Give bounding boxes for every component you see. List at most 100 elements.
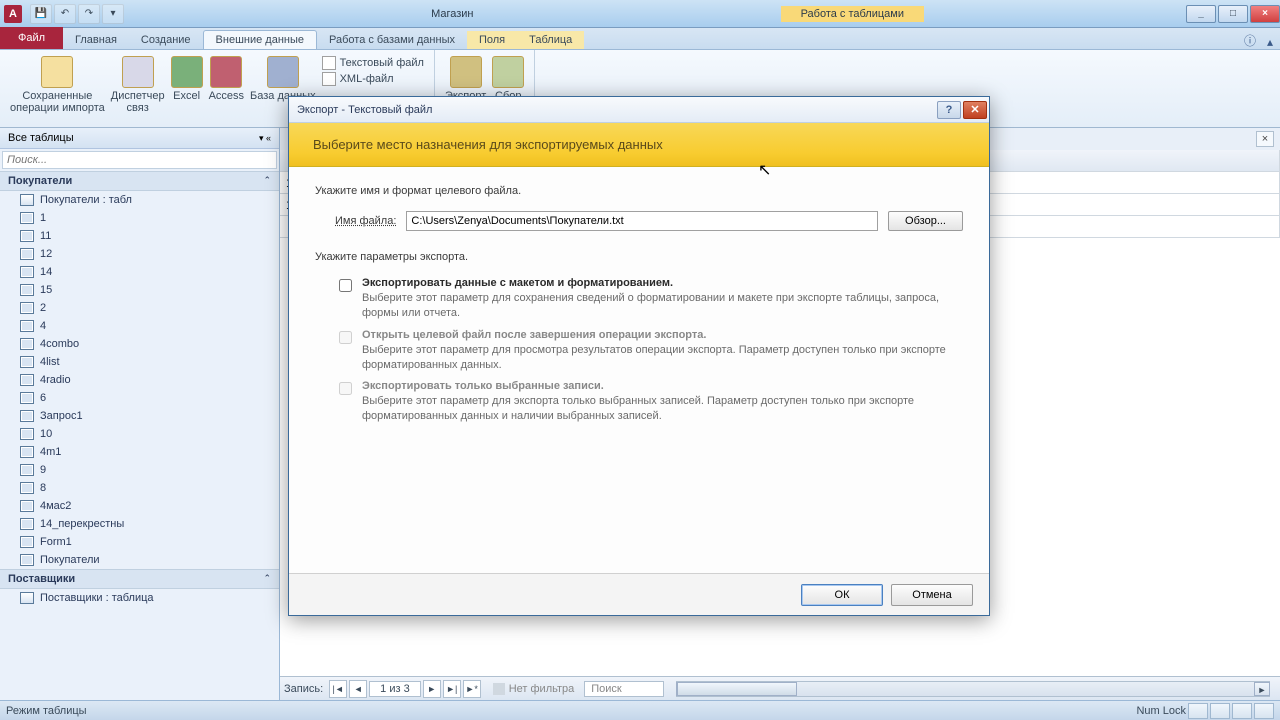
navpane-item[interactable]: 6 xyxy=(0,389,279,407)
view-sql-button[interactable] xyxy=(1232,703,1252,719)
navpane-item[interactable]: 12 xyxy=(0,245,279,263)
navpane-search xyxy=(0,149,279,171)
tab-file[interactable]: Файл xyxy=(0,27,63,49)
import-access-button[interactable]: Access xyxy=(209,52,244,114)
record-position[interactable]: 1 из 3 xyxy=(369,681,421,697)
dialog-help-button[interactable]: ? xyxy=(937,101,961,119)
navpane-item[interactable]: 11 xyxy=(0,227,279,245)
tab-fields[interactable]: Поля xyxy=(467,31,517,49)
navpane-group-buyers[interactable]: Покупатели⌃ xyxy=(0,171,279,191)
app-icon: A xyxy=(4,5,22,23)
navpane-item[interactable]: 2 xyxy=(0,299,279,317)
query-icon xyxy=(20,428,34,440)
tab-dbtools[interactable]: Работа с базами данных xyxy=(317,31,467,49)
navpane-item-label: 4list xyxy=(40,356,60,368)
browse-button[interactable]: Обзор... xyxy=(888,211,963,231)
navpane-item[interactable]: 14 xyxy=(0,263,279,281)
import-text-file-button[interactable]: Текстовый файл xyxy=(322,56,424,70)
database-icon xyxy=(267,56,299,88)
dialog-instruction-1: Укажите имя и формат целевого файла. xyxy=(315,185,963,197)
navpane-item-label: 8 xyxy=(40,482,46,494)
export-selected-only-checkbox[interactable] xyxy=(339,382,352,395)
new-record-button[interactable]: ►* xyxy=(463,680,481,698)
ribbon-minimize-icon[interactable]: ▴ xyxy=(1260,35,1280,49)
navigation-pane: Все таблицы▾ « Покупатели⌃ Покупатели : … xyxy=(0,128,280,700)
navpane-item[interactable]: 14_перекрестны xyxy=(0,515,279,533)
status-numlock: Num Lock xyxy=(1136,705,1186,717)
view-design-button[interactable] xyxy=(1210,703,1230,719)
ribbon-help-icon[interactable]: ⓘ xyxy=(1240,32,1260,49)
navpane-item[interactable]: Запрос1 xyxy=(0,407,279,425)
navpane-item[interactable]: 9 xyxy=(0,461,279,479)
horizontal-scrollbar[interactable]: ◄ ► xyxy=(676,681,1270,697)
next-record-button[interactable]: ► xyxy=(423,680,441,698)
export-button[interactable]: Экспорт xyxy=(445,52,486,102)
view-layout-button[interactable] xyxy=(1254,703,1274,719)
navpane-item[interactable]: 15 xyxy=(0,281,279,299)
scrollbar-thumb[interactable] xyxy=(677,682,797,696)
navpane-item[interactable]: 8 xyxy=(0,479,279,497)
open-after-export-checkbox[interactable] xyxy=(339,331,352,344)
prev-record-button[interactable]: ◄ xyxy=(349,680,367,698)
navpane-item[interactable]: Покупатели xyxy=(0,551,279,569)
navpane-group-suppliers[interactable]: Поставщики⌃ xyxy=(0,569,279,589)
status-mode: Режим таблицы xyxy=(6,705,87,717)
navpane-item[interactable]: 4мас2 xyxy=(0,497,279,515)
option-2-title: Открыть целевой файл после завершения оп… xyxy=(362,329,963,341)
qat-customize-icon[interactable]: ▾ xyxy=(102,4,124,24)
scroll-right-button[interactable]: ► xyxy=(1254,682,1270,696)
filter-icon xyxy=(493,683,505,695)
excel-icon xyxy=(171,56,203,88)
navpane-item[interactable]: 4list xyxy=(0,353,279,371)
qat-redo-icon[interactable]: ↷ xyxy=(78,4,100,24)
linked-table-manager-button[interactable]: Диспетчерсвяз xyxy=(111,52,165,114)
status-bar: Режим таблицы Num Lock xyxy=(0,700,1280,720)
navpane-item[interactable]: Form1 xyxy=(0,533,279,551)
minimize-button[interactable]: _ xyxy=(1186,5,1216,23)
navpane-item[interactable]: 4radio xyxy=(0,371,279,389)
option-1-title: Экспортировать данные с макетом и формат… xyxy=(362,277,963,289)
navpane-item[interactable]: 4combo xyxy=(0,335,279,353)
export-with-formatting-checkbox[interactable] xyxy=(339,279,352,292)
last-record-button[interactable]: ►| xyxy=(443,680,461,698)
navpane-header[interactable]: Все таблицы▾ « xyxy=(0,128,279,149)
dialog-titlebar[interactable]: Экспорт - Текстовый файл ? ✕ xyxy=(289,97,989,123)
navpane-item[interactable]: 4m1 xyxy=(0,443,279,461)
filter-indicator[interactable]: Нет фильтра xyxy=(493,683,575,695)
tab-table[interactable]: Таблица xyxy=(517,31,584,49)
import-excel-button[interactable]: Excel xyxy=(171,52,203,114)
qat-undo-icon[interactable]: ↶ xyxy=(54,4,76,24)
dialog-body: Укажите имя и формат целевого файла. Имя… xyxy=(289,167,989,573)
dialog-title: Экспорт - Текстовый файл xyxy=(297,104,432,116)
import-xml-file-button[interactable]: XML-файл xyxy=(322,72,424,86)
qat-save-icon[interactable]: 💾 xyxy=(30,4,52,24)
dialog-close-button[interactable]: ✕ xyxy=(963,101,987,119)
ok-button[interactable]: ОК xyxy=(801,584,883,606)
query-icon xyxy=(20,482,34,494)
tab-external-data[interactable]: Внешние данные xyxy=(203,30,317,49)
ribbon-tab-strip: Файл Главная Создание Внешние данные Раб… xyxy=(0,28,1280,50)
record-search-input[interactable]: Поиск xyxy=(584,681,664,697)
cancel-button[interactable]: Отмена xyxy=(891,584,973,606)
first-record-button[interactable]: |◄ xyxy=(329,680,347,698)
navpane-item[interactable]: 1 xyxy=(0,209,279,227)
navpane-item-label: 9 xyxy=(40,464,46,476)
search-input[interactable] xyxy=(2,151,277,169)
navpane-item[interactable]: 4 xyxy=(0,317,279,335)
close-button[interactable]: × xyxy=(1250,5,1280,23)
navpane-item[interactable]: Покупатели : табл xyxy=(0,191,279,209)
navpane-item[interactable]: Поставщики : таблица xyxy=(0,589,279,607)
maximize-button[interactable]: □ xyxy=(1218,5,1248,23)
tab-create[interactable]: Создание xyxy=(129,31,203,49)
close-document-button[interactable]: × xyxy=(1256,131,1274,147)
collect-button[interactable]: Сбор xyxy=(492,52,524,102)
query-icon xyxy=(20,302,34,314)
saved-imports-button[interactable]: Сохраненныеоперации импорта xyxy=(10,52,105,114)
filename-input[interactable] xyxy=(406,211,878,231)
tab-home[interactable]: Главная xyxy=(63,31,129,49)
view-datasheet-button[interactable] xyxy=(1188,703,1208,719)
dialog-instruction-2: Укажите параметры экспорта. xyxy=(315,251,963,263)
access-icon xyxy=(210,56,242,88)
navpane-item-list: Покупатели : табл111121415244combo4list4… xyxy=(0,191,279,569)
navpane-item[interactable]: 10 xyxy=(0,425,279,443)
